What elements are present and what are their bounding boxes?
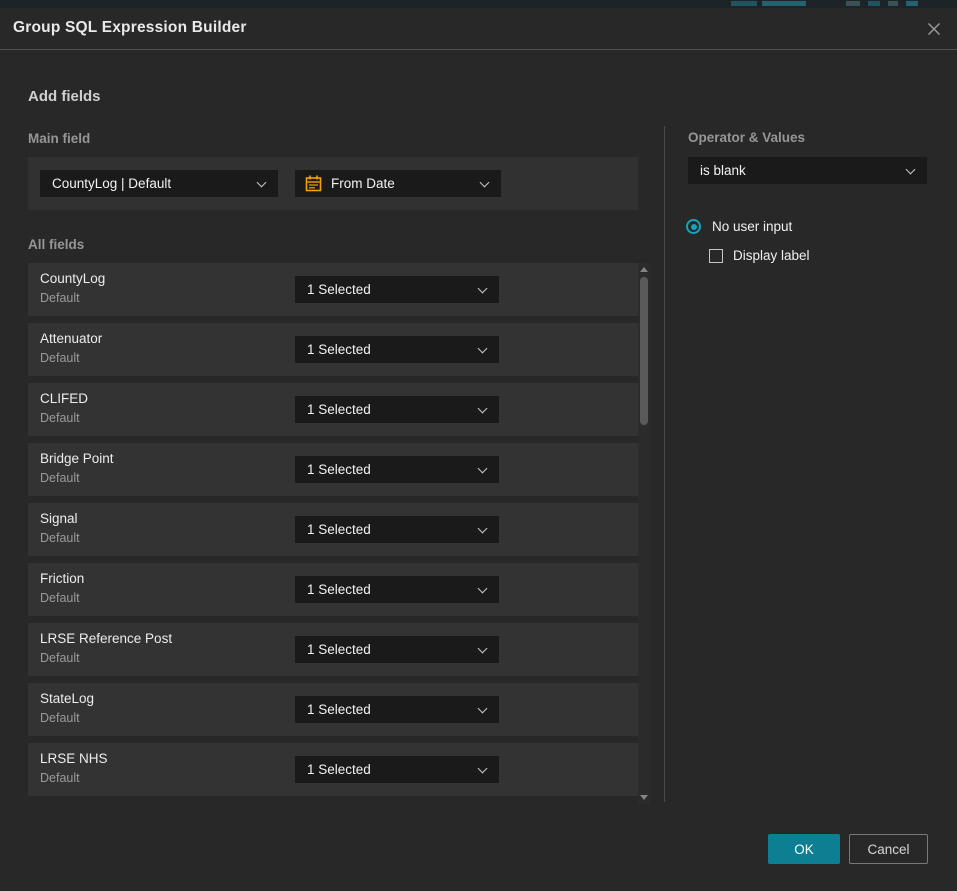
field-row: CountyLog Default 1 Selected: [28, 263, 638, 316]
chevron-down-icon: [478, 344, 488, 354]
background-page-fragment: [888, 1, 898, 6]
field-name: Signal: [40, 511, 78, 526]
background-page-fragment: [868, 1, 880, 6]
chevron-down-icon: [478, 704, 488, 714]
field-selection-value: 1 Selected: [307, 642, 371, 657]
field-row: Attenuator Default 1 Selected: [28, 323, 638, 376]
dialog-titlebar: Group SQL Expression Builder: [0, 8, 957, 50]
field-selection-dropdown[interactable]: 1 Selected: [295, 696, 499, 723]
field-selection-value: 1 Selected: [307, 702, 371, 717]
field-selection-dropdown[interactable]: 1 Selected: [295, 636, 499, 663]
field-selection-value: 1 Selected: [307, 462, 371, 477]
display-label-checkbox[interactable]: Display label: [709, 248, 810, 263]
field-name: CountyLog: [40, 271, 105, 286]
field-selection-dropdown[interactable]: 1 Selected: [295, 276, 499, 303]
field-selection-value: 1 Selected: [307, 522, 371, 537]
main-field-date-dropdown[interactable]: From Date: [295, 170, 501, 197]
field-subtitle: Default: [40, 651, 80, 665]
chevron-down-icon: [478, 464, 488, 474]
main-field-source-dropdown[interactable]: CountyLog | Default: [40, 170, 278, 197]
chevron-down-icon: [906, 165, 916, 175]
field-name: Attenuator: [40, 331, 102, 346]
calendar-icon: [305, 175, 322, 192]
fields-scrollbar[interactable]: [638, 263, 650, 804]
field-selection-dropdown[interactable]: 1 Selected: [295, 516, 499, 543]
chevron-down-icon: [478, 284, 488, 294]
field-row: Friction Default 1 Selected: [28, 563, 638, 616]
field-name: LRSE NHS: [40, 751, 108, 766]
operator-value: is blank: [700, 163, 746, 178]
main-field-date-value: From Date: [331, 176, 395, 191]
field-name: CLIFED: [40, 391, 88, 406]
no-user-input-label: No user input: [712, 219, 792, 234]
display-label-text: Display label: [733, 248, 810, 263]
field-subtitle: Default: [40, 771, 80, 785]
add-fields-heading: Add fields: [28, 88, 101, 105]
cancel-button[interactable]: Cancel: [849, 834, 928, 864]
field-row: Signal Default 1 Selected: [28, 503, 638, 556]
background-page-strip: [0, 0, 957, 8]
field-selection-dropdown[interactable]: 1 Selected: [295, 756, 499, 783]
field-selection-dropdown[interactable]: 1 Selected: [295, 576, 499, 603]
field-subtitle: Default: [40, 411, 80, 425]
dialog-title: Group SQL Expression Builder: [13, 19, 247, 37]
radio-selected-icon: [686, 219, 701, 234]
close-button[interactable]: [924, 19, 944, 39]
chevron-down-icon: [478, 524, 488, 534]
field-subtitle: Default: [40, 531, 80, 545]
field-subtitle: Default: [40, 471, 80, 485]
field-selection-value: 1 Selected: [307, 402, 371, 417]
field-selection-value: 1 Selected: [307, 282, 371, 297]
group-sql-expression-builder-dialog: Group SQL Expression Builder Add fields …: [0, 8, 957, 891]
main-field-source-value: CountyLog | Default: [52, 176, 171, 191]
field-selection-dropdown[interactable]: 1 Selected: [295, 456, 499, 483]
field-name: LRSE Reference Post: [40, 631, 172, 646]
scrollbar-down-arrow-icon[interactable]: [640, 795, 648, 800]
field-name: Friction: [40, 571, 84, 586]
field-subtitle: Default: [40, 291, 80, 305]
chevron-down-icon: [478, 584, 488, 594]
close-icon: [926, 21, 942, 37]
field-selection-value: 1 Selected: [307, 342, 371, 357]
field-selection-dropdown[interactable]: 1 Selected: [295, 336, 499, 363]
chevron-down-icon: [478, 404, 488, 414]
field-selection-value: 1 Selected: [307, 582, 371, 597]
field-row: Bridge Point Default 1 Selected: [28, 443, 638, 496]
field-name: Bridge Point: [40, 451, 114, 466]
scrollbar-thumb[interactable]: [640, 277, 648, 425]
field-row: LRSE Reference Post Default 1 Selected: [28, 623, 638, 676]
field-selection-dropdown[interactable]: 1 Selected: [295, 396, 499, 423]
main-field-panel: CountyLog | Default From Date: [28, 157, 638, 210]
field-selection-value: 1 Selected: [307, 762, 371, 777]
screen: Group SQL Expression Builder Add fields …: [0, 0, 957, 891]
main-field-label: Main field: [28, 131, 90, 146]
all-fields-list: CountyLog Default 1 Selected Attenuator …: [28, 263, 638, 803]
operator-dropdown[interactable]: is blank: [688, 157, 927, 184]
field-name: StateLog: [40, 691, 94, 706]
checkbox-unchecked-icon: [709, 249, 723, 263]
ok-button[interactable]: OK: [768, 834, 840, 864]
chevron-down-icon: [257, 178, 267, 188]
field-subtitle: Default: [40, 351, 80, 365]
chevron-down-icon: [478, 764, 488, 774]
scrollbar-up-arrow-icon[interactable]: [640, 267, 648, 272]
background-page-fragment: [906, 1, 918, 6]
field-row: StateLog Default 1 Selected: [28, 683, 638, 736]
field-row: LRSE NHS Default 1 Selected: [28, 743, 638, 796]
field-row: CLIFED Default 1 Selected: [28, 383, 638, 436]
field-subtitle: Default: [40, 711, 80, 725]
background-page-fragment: [731, 1, 757, 6]
background-page-fragment: [846, 1, 860, 6]
chevron-down-icon: [478, 644, 488, 654]
chevron-down-icon: [480, 178, 490, 188]
radio-dot: [691, 224, 697, 230]
all-fields-label: All fields: [28, 237, 84, 252]
operator-values-label: Operator & Values: [688, 130, 805, 145]
background-page-fragment: [762, 1, 806, 6]
no-user-input-radio[interactable]: No user input: [686, 219, 792, 234]
vertical-divider: [664, 126, 665, 802]
field-subtitle: Default: [40, 591, 80, 605]
